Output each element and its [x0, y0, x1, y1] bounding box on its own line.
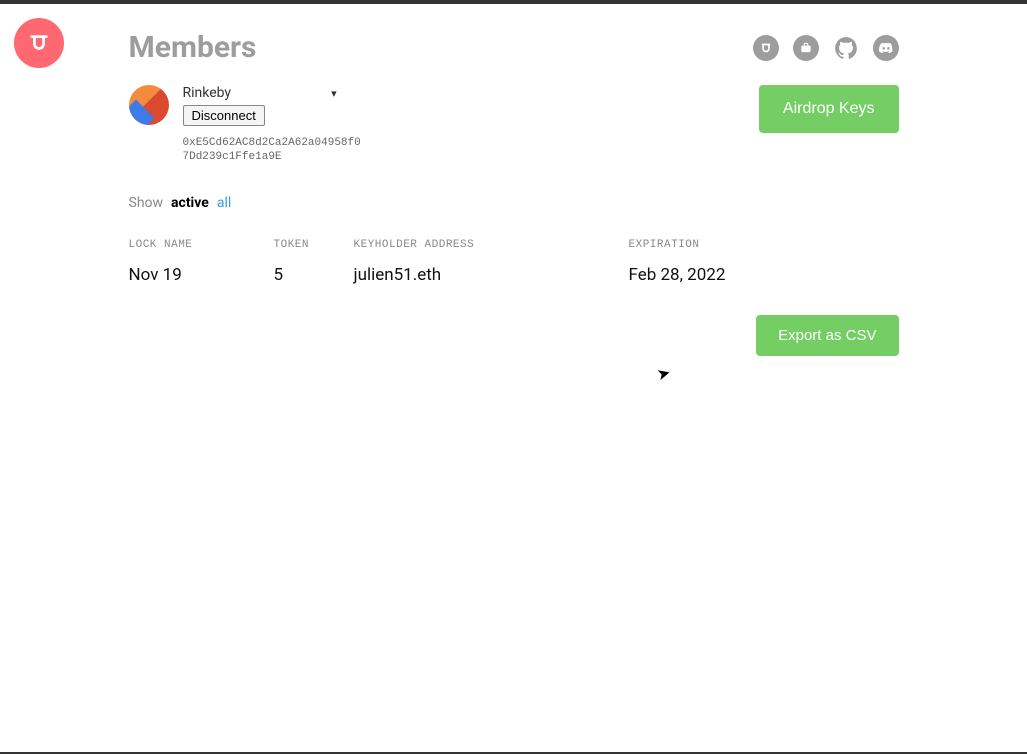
filter-show-label: Show	[129, 195, 164, 211]
table-row: Nov 19 5 julien51.eth Feb 28, 2022	[129, 265, 899, 285]
td-expiration: Feb 28, 2022	[629, 265, 809, 285]
briefcase-icon[interactable]	[793, 35, 819, 61]
th-lock-name: LOCK NAME	[129, 239, 274, 251]
th-expiration: EXPIRATION	[629, 239, 809, 251]
airdrop-keys-button[interactable]: Airdrop Keys	[759, 85, 899, 133]
header-row: Members	[129, 30, 899, 65]
filter-active[interactable]: active	[171, 195, 209, 211]
td-keyholder: julien51.eth	[354, 265, 629, 285]
wallet-address: 0xE5Cd62AC8d2Ca2A62a04958f07Dd239c1Ffe1a…	[183, 136, 363, 165]
members-table: LOCK NAME TOKEN KEYHOLDER ADDRESS EXPIRA…	[129, 239, 899, 285]
chevron-down-icon: ▾	[331, 87, 337, 100]
table-header: LOCK NAME TOKEN KEYHOLDER ADDRESS EXPIRA…	[129, 239, 899, 251]
discord-icon[interactable]	[873, 35, 899, 61]
cursor-icon: ➤	[655, 363, 673, 385]
th-token: TOKEN	[274, 239, 354, 251]
wallet-row: Rinkeby ▾ Disconnect 0xE5Cd62AC8d2Ca2A62…	[129, 85, 899, 165]
social-icons	[753, 35, 899, 61]
export-csv-button[interactable]: Export as CSV	[756, 315, 898, 356]
network-selector[interactable]: Rinkeby ▾	[183, 85, 363, 101]
unlock-icon[interactable]	[753, 35, 779, 61]
filter-row: Show active all	[129, 195, 899, 211]
wallet-details: Rinkeby ▾ Disconnect 0xE5Cd62AC8d2Ca2A62…	[183, 85, 363, 165]
logo-badge[interactable]	[14, 18, 64, 68]
filter-all[interactable]: all	[217, 195, 231, 211]
td-token: 5	[274, 265, 354, 285]
page-title: Members	[129, 30, 257, 65]
unlock-logo-icon	[28, 32, 50, 54]
avatar	[129, 85, 169, 125]
th-keyholder: KEYHOLDER ADDRESS	[354, 239, 629, 251]
export-row: Export as CSV	[129, 315, 899, 356]
network-name: Rinkeby	[183, 85, 232, 101]
td-lock-name: Nov 19	[129, 265, 274, 285]
github-icon[interactable]	[833, 35, 859, 61]
disconnect-button[interactable]: Disconnect	[183, 105, 265, 126]
wallet-info: Rinkeby ▾ Disconnect 0xE5Cd62AC8d2Ca2A62…	[129, 85, 363, 165]
